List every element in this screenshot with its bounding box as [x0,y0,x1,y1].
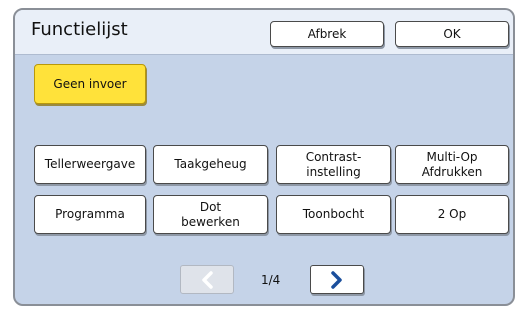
function-button-2-op[interactable]: 2 Op [395,195,509,234]
dialog-header: Functielijst Afbrek OK [15,10,513,55]
ok-button[interactable]: OK [395,21,509,47]
function-button-contrast-instelling[interactable]: Contrast- instelling [276,145,391,184]
function-button-toonbocht[interactable]: Toonbocht [276,195,391,234]
previous-page-button[interactable] [180,265,234,294]
function-button-programma[interactable]: Programma [34,195,146,234]
dialog-title: Functielijst [31,19,128,40]
function-button-tellerweergave[interactable]: Tellerweergave [34,145,146,184]
page-indicator: 1/4 [261,273,281,287]
no-input-button[interactable]: Geen invoer [34,64,146,104]
function-button-taakgeheug[interactable]: Taakgeheug [153,145,268,184]
chevron-right-icon [331,270,342,289]
function-button-multi-op-afdrukken[interactable]: Multi-Op Afdrukken [395,145,509,184]
function-button-dot-bewerken[interactable]: Dot bewerken [153,195,268,234]
cancel-button[interactable]: Afbrek [270,21,384,47]
function-list-dialog: Functielijst Afbrek OK Geen invoer Telle… [13,8,515,306]
chevron-left-icon [202,270,213,289]
next-page-button[interactable] [310,265,364,294]
